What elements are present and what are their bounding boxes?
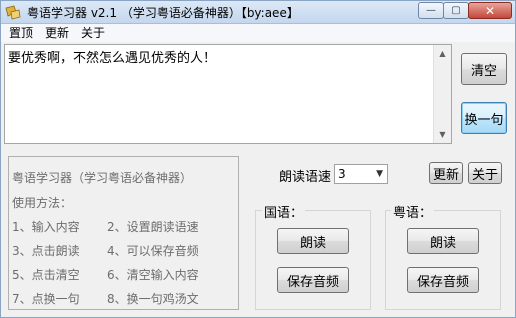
help-step: 3、点击朗读	[12, 244, 80, 258]
help-step: 2、设置朗读语速	[107, 220, 199, 234]
help-step: 5、点击清空	[12, 268, 80, 282]
text-input-area[interactable]: 要优秀啊，不然怎么遇见优秀的人！ ▲ ▼	[4, 44, 452, 144]
help-step: 6、清空输入内容	[107, 268, 199, 282]
menu-item-pin-top[interactable]: 置顶	[1, 24, 39, 42]
mandarin-read-button[interactable]: 朗读	[277, 228, 349, 254]
mandarin-group	[255, 210, 371, 310]
help-step: 8、换一句鸡汤文	[107, 292, 199, 306]
help-step: 4、可以保存音频	[107, 244, 199, 258]
window-controls: — ▢ ✕	[418, 2, 512, 20]
chevron-down-icon[interactable]: ▼	[376, 169, 383, 179]
next-sentence-button[interactable]: 换一句	[461, 102, 507, 134]
about-button[interactable]: 关于	[468, 162, 502, 184]
cantonese-group-title: 粤语：	[391, 202, 435, 221]
help-step: 1、输入内容	[12, 220, 80, 234]
window-title: 粤语学习器 v2.1 （学习粤语必备神器）【by:aee】	[27, 6, 299, 20]
close-button[interactable]: ✕	[468, 2, 512, 19]
speed-select-value: 3	[338, 167, 346, 181]
help-panel: 粤语学习器（学习粤语必备神器） 使用方法： 1、输入内容 2、设置朗读语速 3、…	[8, 156, 239, 310]
maximize-button[interactable]: ▢	[443, 2, 469, 19]
minimize-button[interactable]: —	[418, 2, 444, 19]
app-icon	[5, 5, 21, 20]
menu-item-update[interactable]: 更新	[39, 24, 75, 42]
scroll-down-icon[interactable]: ▼	[434, 126, 451, 143]
speed-label: 朗读语速	[279, 170, 332, 185]
cantonese-read-button[interactable]: 朗读	[407, 228, 479, 254]
mandarin-group-title: 国语：	[262, 202, 306, 221]
cantonese-group	[385, 210, 501, 310]
cantonese-save-audio-button[interactable]: 保存音频	[407, 267, 479, 293]
menu-bar: 置顶 更新 关于	[1, 24, 515, 42]
help-step: 7、点换一句	[12, 292, 80, 306]
text-input-value[interactable]: 要优秀啊，不然怎么遇见优秀的人！	[8, 47, 216, 66]
help-title: 粤语学习器（学习粤语必备神器）	[12, 171, 193, 185]
scroll-up-icon[interactable]: ▲	[434, 45, 451, 62]
speed-select[interactable]: 3 ▼	[334, 164, 388, 184]
update-button[interactable]: 更新	[429, 162, 463, 184]
title-bar[interactable]: 粤语学习器 v2.1 （学习粤语必备神器）【by:aee】 — ▢ ✕	[1, 1, 515, 24]
help-subtitle: 使用方法：	[12, 196, 73, 210]
menu-item-about[interactable]: 关于	[75, 24, 111, 42]
clear-button[interactable]: 清空	[461, 53, 507, 85]
mandarin-save-audio-button[interactable]: 保存音频	[277, 267, 349, 293]
app-window: 粤语学习器 v2.1 （学习粤语必备神器）【by:aee】 — ▢ ✕ 置顶 更…	[0, 0, 516, 318]
vertical-scrollbar[interactable]: ▲ ▼	[433, 45, 451, 143]
